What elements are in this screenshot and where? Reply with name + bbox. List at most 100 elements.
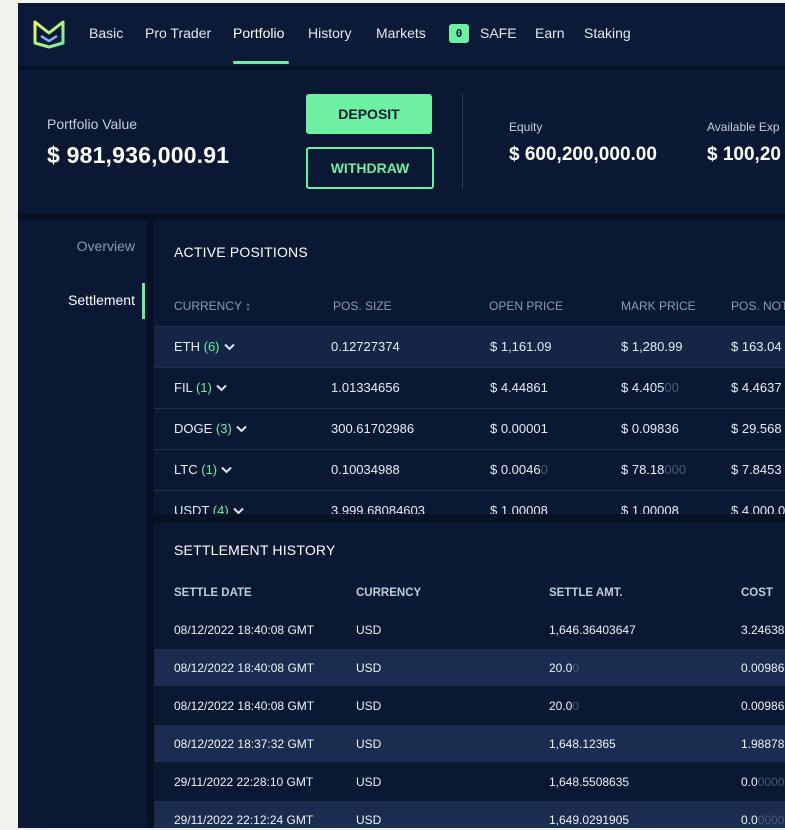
settlement-history-title: SETTLEMENT HISTORY bbox=[174, 542, 336, 558]
table-row[interactable]: USDT (4) 3,999.68084603 $ 1.00008 $ 1.00008… bbox=[154, 490, 785, 514]
position-count: (3) bbox=[215, 421, 232, 436]
sidebar-item-settlement[interactable]: Settlement bbox=[68, 292, 135, 308]
open-price-cell: $ 4.44861 bbox=[490, 380, 548, 395]
nav-earn[interactable]: Earn bbox=[535, 25, 565, 41]
equity-value: $ 600,200,000.00 bbox=[509, 144, 657, 165]
settlement-history-panel: SETTLEMENT HISTORY SETTLE DATE CURRENCY … bbox=[154, 522, 785, 828]
currency-cell: ETH (6) bbox=[174, 339, 235, 354]
table-row: 08/12/2022 18:40:08 GMT USD 20.00 0.00986 bbox=[154, 649, 785, 686]
settle-amount-cell: 1,648.5508635 bbox=[549, 775, 629, 789]
withdraw-button[interactable]: WITHDRAW bbox=[306, 147, 434, 189]
currency-name: DOGE bbox=[174, 421, 213, 436]
open-price-value: $ 4.44861 bbox=[490, 380, 548, 395]
cost-value: 0.0 bbox=[741, 775, 758, 789]
mark-price-cell: $ 1.00008 bbox=[621, 503, 679, 514]
mark-price-cell: $ 0.09836 bbox=[621, 421, 679, 436]
settle-amount-cell: 20.00 bbox=[549, 661, 579, 675]
chevron-down-icon[interactable] bbox=[223, 342, 235, 354]
column-header-pos-size: POS. SIZE bbox=[333, 299, 392, 313]
pos-size-cell: 3,999.68084603 bbox=[331, 503, 425, 514]
table-row[interactable]: FIL (1) 1.01334656 $ 4.44861 $ 4.40500 $ 4.4… bbox=[154, 367, 785, 409]
available-exposure-value: $ 100,20 bbox=[707, 144, 781, 165]
summary-divider bbox=[462, 94, 463, 190]
open-price-cell: $ 1.00008 bbox=[490, 503, 548, 514]
pos-notional-cell: $ 7.8453 bbox=[731, 462, 782, 477]
table-row: 29/11/2022 22:28:10 GMT USD 1,648.5508635 0… bbox=[154, 763, 785, 800]
cost-cell: 0.00986 bbox=[741, 699, 784, 713]
currency-name: USDT bbox=[174, 503, 210, 514]
trailing-zeros: 0 bbox=[572, 699, 580, 713]
trailing-zeros: 0 bbox=[572, 661, 580, 675]
currency-cell: FIL (1) bbox=[174, 380, 227, 395]
portfolio-summary: Portfolio Value $ 981,936,000.91 DEPOSIT… bbox=[18, 70, 785, 214]
table-row[interactable]: DOGE (3) 300.61702986 $ 0.00001 $ 0.09836 $ … bbox=[154, 408, 785, 450]
pos-size-cell: 1.01334656 bbox=[331, 380, 400, 395]
open-price-cell: $ 0.00460 bbox=[490, 462, 548, 477]
table-row: 08/12/2022 18:40:08 GMT USD 1,646.36403647… bbox=[154, 611, 785, 648]
settle-amount-value: 1,648.12365 bbox=[549, 737, 616, 751]
nav-basic[interactable]: Basic bbox=[89, 25, 123, 41]
mark-price-value: $ 0.09836 bbox=[621, 421, 679, 436]
settle-amount-value: 1,646.36403647 bbox=[549, 623, 636, 637]
table-row[interactable]: LTC (1) 0.10034988 $ 0.00460 $ 78.18000 $ 7.… bbox=[154, 449, 785, 491]
nav-pro-trader[interactable]: Pro Trader bbox=[145, 25, 211, 41]
mark-price-cell: $ 4.40500 bbox=[621, 380, 679, 395]
sidebar-active-indicator bbox=[142, 283, 145, 319]
currency-cell: USD bbox=[356, 699, 382, 713]
portfolio-value: $ 981,936,000.91 bbox=[47, 142, 230, 168]
mark-price-value: $ 78.18 bbox=[621, 462, 665, 477]
active-nav-indicator bbox=[233, 61, 289, 64]
settle-amount-value: 20.0 bbox=[549, 661, 573, 675]
currency-cell: USD bbox=[356, 775, 382, 789]
position-count: (6) bbox=[203, 339, 220, 354]
settle-amount-cell: 20.00 bbox=[549, 699, 579, 713]
currency-name: LTC bbox=[174, 462, 198, 477]
portfolio-sidebar: Overview Settlement bbox=[18, 220, 147, 828]
table-row: 08/12/2022 18:37:32 GMT USD 1,648.12365 1.9… bbox=[154, 725, 785, 762]
open-price-value: $ 0.0046 bbox=[490, 462, 541, 477]
nav-staking[interactable]: Staking bbox=[584, 25, 631, 41]
pos-notional-cell: $ 4.4637 bbox=[731, 380, 782, 395]
settle-date-cell: 29/11/2022 22:12:24 GMT bbox=[174, 813, 314, 827]
chevron-down-icon[interactable] bbox=[216, 383, 227, 395]
trailing-zeros: 000 bbox=[664, 462, 687, 477]
column-header-currency[interactable]: CURRENCY ↕ bbox=[174, 299, 251, 313]
pos-notional-cell: $ 163.04 bbox=[731, 339, 782, 354]
column-header-open-price: OPEN PRICE bbox=[489, 299, 564, 313]
nav-portfolio[interactable]: Portfolio bbox=[233, 25, 284, 41]
position-count: (4) bbox=[212, 503, 229, 514]
chevron-down-icon[interactable] bbox=[232, 506, 244, 514]
trailing-zeros: 0000 bbox=[757, 813, 785, 827]
currency-cell: USD bbox=[356, 813, 382, 827]
cost-cell: 1.98878 bbox=[741, 737, 784, 751]
nav-safe[interactable]: SAFE bbox=[480, 25, 517, 41]
pos-notional-cell: $ 29.568 bbox=[731, 421, 782, 436]
logo-icon[interactable] bbox=[32, 19, 66, 49]
settle-amount-cell: 1,649.0291905 bbox=[549, 813, 629, 827]
settle-amount-value: 1,649.0291905 bbox=[549, 813, 630, 827]
chevron-down-icon[interactable] bbox=[236, 424, 247, 436]
nav-history[interactable]: History bbox=[308, 25, 352, 41]
cost-cell: 0.00000 bbox=[741, 775, 784, 789]
column-header-pos-notional: POS. NOT bbox=[731, 299, 785, 313]
cost-cell: 3.24638 bbox=[741, 623, 784, 637]
mark-price-value: $ 1,280.99 bbox=[621, 339, 683, 354]
safe-count-badge: 0 bbox=[449, 24, 469, 43]
column-header-settle-date: SETTLE DATE bbox=[174, 587, 252, 599]
mark-price-value: $ 1.00008 bbox=[621, 503, 679, 514]
chevron-down-icon[interactable] bbox=[221, 465, 232, 477]
pos-size-cell: 0.12727374 bbox=[331, 339, 400, 354]
column-header-mark-price: MARK PRICE bbox=[621, 299, 696, 313]
currency-cell: LTC (1) bbox=[174, 462, 232, 477]
divider bbox=[154, 514, 785, 522]
sidebar-item-overview[interactable]: Overview bbox=[77, 238, 135, 254]
settle-amount-value: 1,648.5508635 bbox=[549, 775, 630, 789]
deposit-button[interactable]: DEPOSIT bbox=[306, 94, 432, 134]
table-row: 29/11/2022 22:12:24 GMT USD 1,649.0291905 0… bbox=[154, 801, 785, 828]
nav-markets[interactable]: Markets bbox=[376, 25, 426, 41]
column-header-cost: COST bbox=[741, 587, 773, 599]
table-row[interactable]: ETH (6) 0.12727374 $ 1,161.09 $ 1,280.99 $ 1… bbox=[154, 326, 785, 368]
currency-cell: USD bbox=[356, 737, 382, 751]
cost-value: 3.24638 bbox=[741, 623, 785, 637]
settle-amount-value: 20.0 bbox=[549, 699, 573, 713]
